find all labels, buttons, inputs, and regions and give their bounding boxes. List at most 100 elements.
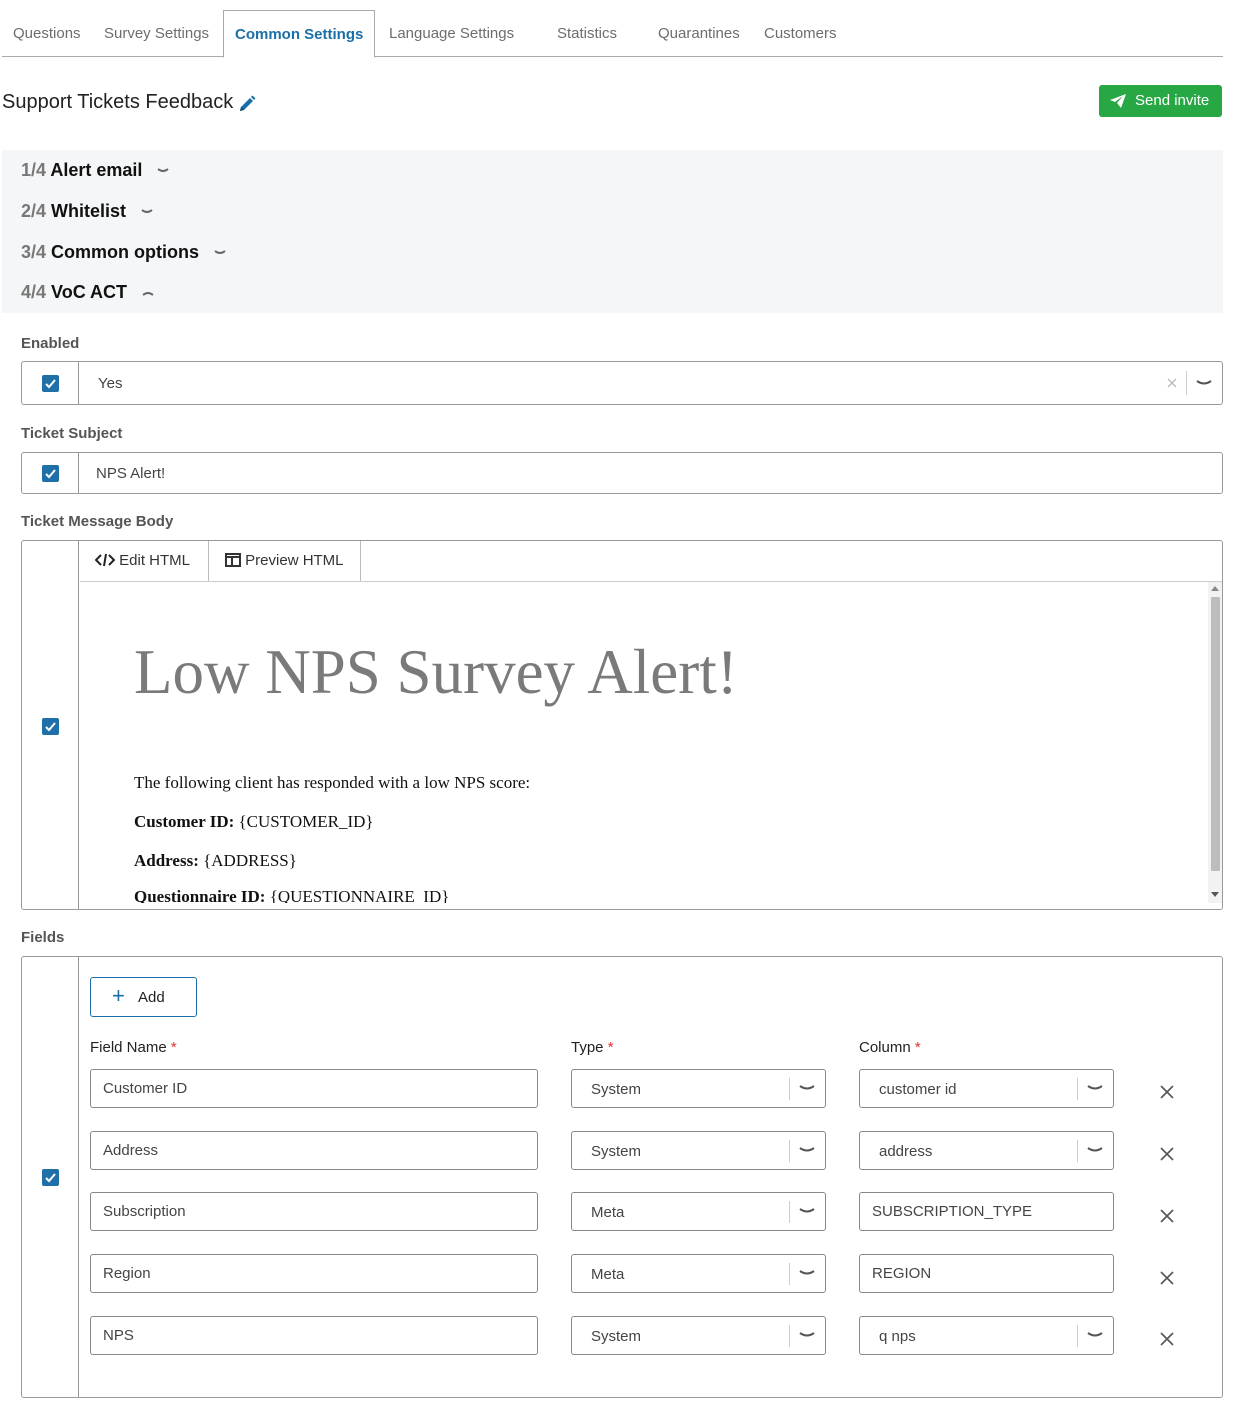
accordion-label: Common options — [51, 242, 200, 262]
scroll-thumb[interactable] — [1211, 597, 1220, 871]
tab-statistics[interactable]: Statistics — [557, 10, 617, 57]
tab-common-settings[interactable]: Common Settings — [223, 10, 376, 58]
tab-questions[interactable]: Questions — [13, 10, 81, 57]
remove-field-icon[interactable] — [1159, 1331, 1175, 1347]
field-name-header: Field Name * — [90, 1039, 177, 1056]
check-icon — [45, 379, 56, 389]
type-select[interactable]: Meta — [571, 1192, 826, 1231]
preview-intro: The following client has responded with … — [134, 773, 531, 792]
preview-line: Address: {ADDRESS} — [134, 851, 297, 870]
type-select[interactable]: System — [571, 1316, 826, 1355]
tab-preview-html[interactable]: Preview HTML — [208, 541, 361, 581]
tab-survey-settings[interactable]: Survey Settings — [104, 10, 209, 57]
type-header: Type * — [571, 1039, 614, 1056]
field-name-input[interactable]: Address — [90, 1131, 538, 1170]
ticket-body-row: Edit HTML Preview HTML Low NPS Survey Al… — [21, 540, 1223, 910]
enabled-row: Yes — [21, 361, 1223, 405]
accordion-number: 4/4 — [21, 282, 47, 302]
page-title: Support Tickets Feedback — [2, 91, 234, 113]
fields-checkbox[interactable] — [42, 1169, 59, 1186]
pencil-icon[interactable] — [237, 94, 257, 114]
check-icon — [45, 1173, 56, 1183]
accordion-number: 2/4 — [21, 201, 47, 221]
tab-quarantines[interactable]: Quarantines — [658, 10, 740, 57]
ticket-subject-input[interactable]: NPS Alert! — [96, 465, 165, 482]
column-input[interactable]: SUBSCRIPTION_TYPE — [859, 1192, 1114, 1231]
column-select[interactable]: address — [859, 1131, 1114, 1170]
column-select[interactable]: customer id — [859, 1069, 1114, 1108]
chevron-down-icon — [214, 250, 226, 255]
accordion-number: 1/4 — [21, 160, 47, 180]
chevron-down-icon — [141, 209, 153, 214]
tab-language-settings[interactable]: Language Settings — [389, 10, 514, 57]
field-name-input[interactable]: Region — [90, 1254, 538, 1293]
accordion-number: 3/4 — [21, 242, 47, 262]
remove-field-icon[interactable] — [1159, 1270, 1175, 1286]
preview-heading: Low NPS Survey Alert! — [134, 637, 738, 707]
chevron-down-icon[interactable] — [1196, 379, 1212, 387]
enabled-checkbox[interactable] — [42, 375, 59, 392]
field-name-input[interactable]: NPS — [90, 1316, 538, 1355]
paper-plane-icon — [1110, 94, 1126, 108]
chevron-down-icon — [1087, 1332, 1103, 1337]
scroll-down-arrow[interactable] — [1211, 892, 1219, 897]
chevron-down-icon — [157, 168, 170, 173]
add-field-button[interactable]: + Add — [90, 977, 197, 1017]
ticket-subject-label: Ticket Subject — [21, 425, 123, 442]
html-preview-pane[interactable]: Low NPS Survey Alert! The following clie… — [80, 581, 1222, 903]
clear-icon[interactable] — [1166, 377, 1178, 389]
chevron-up-icon — [142, 292, 154, 297]
type-select[interactable]: System — [571, 1069, 826, 1108]
preview-line: Questionnaire ID: {QUESTIONNAIRE_ID} — [134, 887, 450, 903]
accordion-label: Whitelist — [51, 201, 127, 221]
accordion-common-options[interactable]: 3/4 Common options — [21, 234, 226, 270]
chevron-down-icon — [799, 1332, 815, 1337]
check-icon — [45, 722, 56, 732]
chevron-down-icon — [1087, 1085, 1103, 1090]
enabled-select-value[interactable]: Yes — [98, 375, 122, 392]
tab-edit-html[interactable]: Edit HTML — [94, 541, 191, 581]
check-icon — [45, 469, 56, 479]
ticket-body-label: Ticket Message Body — [21, 513, 174, 530]
scroll-up-arrow[interactable] — [1211, 586, 1219, 591]
add-label: Add — [138, 989, 165, 1006]
chevron-down-icon — [1087, 1147, 1103, 1152]
accordion-whitelist[interactable]: 2/4 Whitelist — [21, 193, 153, 229]
body-checkbox[interactable] — [42, 718, 59, 735]
chevron-down-icon — [799, 1208, 815, 1213]
plus-icon: + — [112, 983, 125, 1008]
send-invite-button[interactable]: Send invite — [1099, 85, 1222, 117]
type-select[interactable]: System — [571, 1131, 826, 1170]
accordion-alert-email[interactable]: 1/4 Alert email — [21, 152, 170, 188]
fields-row: + Add Field Name * Type * Column * Custo… — [21, 956, 1223, 1398]
send-invite-label: Send invite — [1135, 92, 1210, 109]
settings-accordion: 1/4 Alert email 2/4 Whitelist 3/4 Common… — [2, 150, 1223, 313]
subject-checkbox[interactable] — [42, 465, 59, 482]
fields-label: Fields — [21, 929, 65, 946]
select-separator — [1186, 371, 1187, 395]
remove-field-icon[interactable] — [1159, 1208, 1175, 1224]
accordion-label: Alert email — [50, 160, 143, 180]
chevron-down-icon — [799, 1085, 815, 1090]
chevron-down-icon — [799, 1147, 815, 1152]
edit-html-label: Edit HTML — [119, 552, 191, 569]
chevron-down-icon — [799, 1270, 815, 1275]
tab-bar: Questions Survey Settings Common Setting… — [2, 10, 1223, 58]
field-name-input[interactable]: Subscription — [90, 1192, 538, 1231]
accordion-voc-act[interactable]: 4/4 VoC ACT — [21, 274, 154, 310]
accordion-label: VoC ACT — [51, 282, 128, 302]
preview-html-label: Preview HTML — [245, 552, 344, 569]
remove-field-icon[interactable] — [1159, 1084, 1175, 1100]
remove-field-icon[interactable] — [1159, 1146, 1175, 1162]
preview-line: Customer ID: {CUSTOMER_ID} — [134, 812, 374, 831]
column-input[interactable]: REGION — [859, 1254, 1114, 1293]
code-icon — [94, 553, 116, 567]
column-select[interactable]: q nps — [859, 1316, 1114, 1355]
column-header: Column * — [859, 1039, 921, 1056]
field-name-input[interactable]: Customer ID — [90, 1069, 538, 1108]
tab-customers[interactable]: Customers — [764, 10, 837, 57]
type-select[interactable]: Meta — [571, 1254, 826, 1293]
enabled-label: Enabled — [21, 335, 80, 352]
ticket-subject-row: NPS Alert! — [21, 452, 1223, 494]
preview-scrollbar[interactable] — [1208, 582, 1222, 903]
